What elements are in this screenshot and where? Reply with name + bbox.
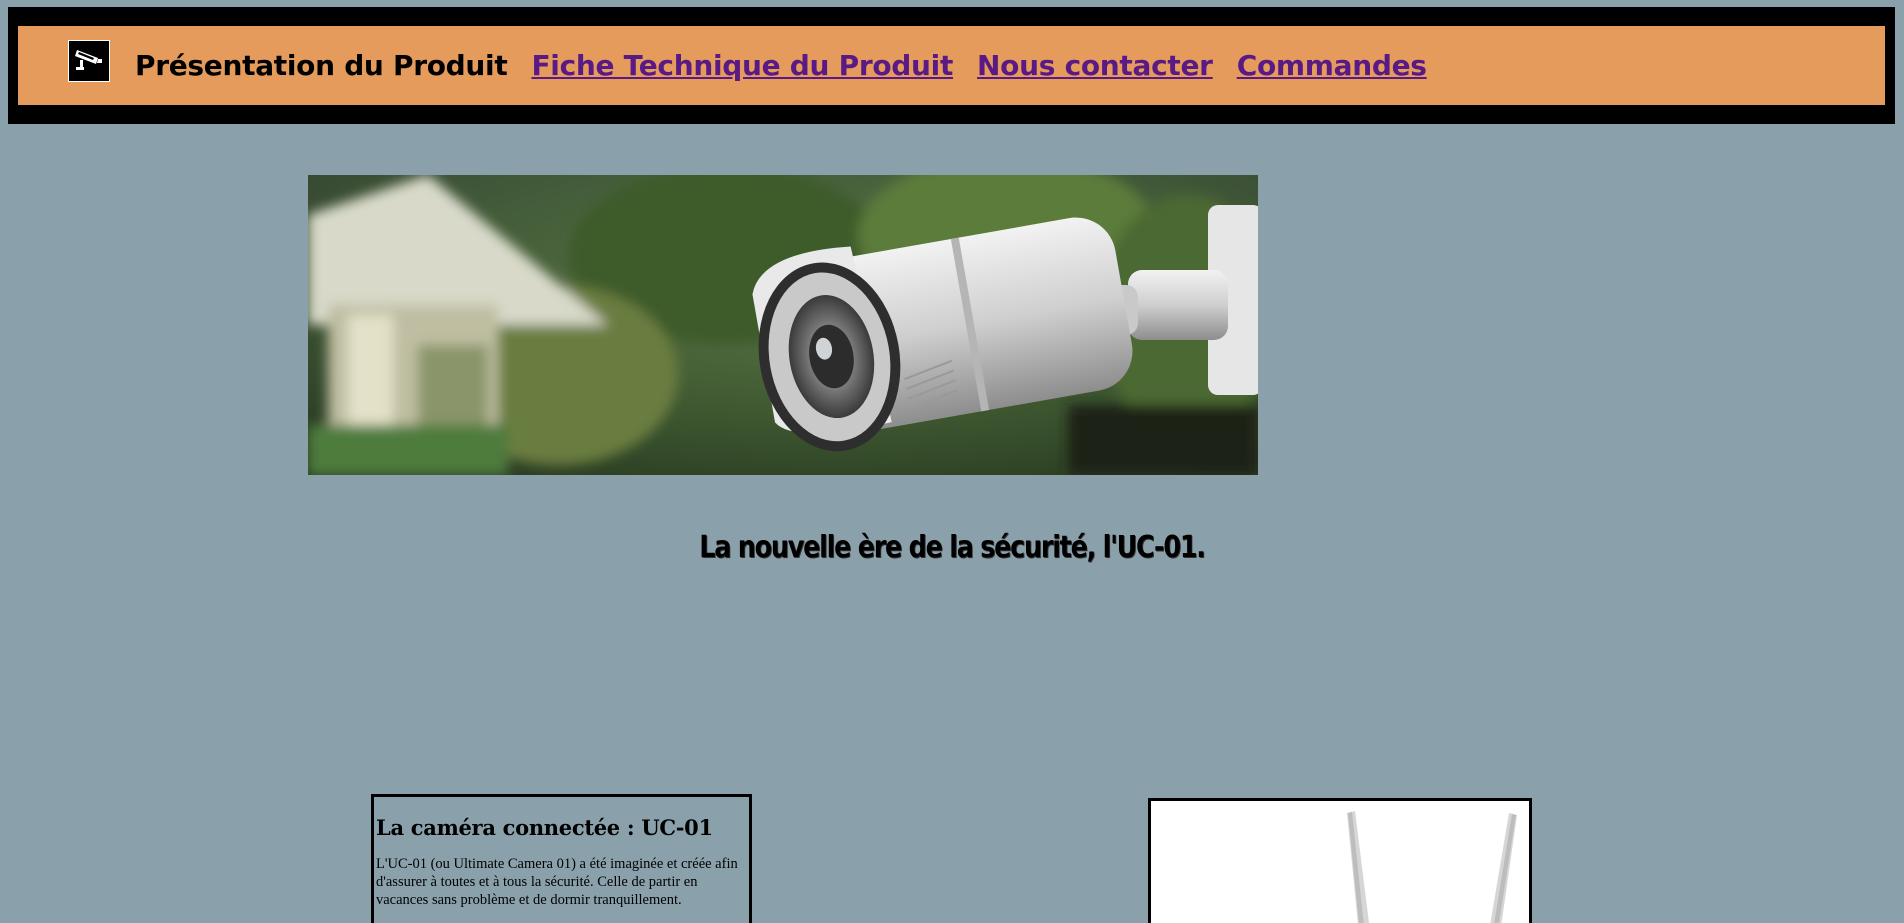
tagline: La nouvelle ère de la sécurité, l'UC-01.: [699, 530, 1206, 565]
nav-item-presentation[interactable]: Présentation du Produit: [135, 49, 508, 82]
nav-link-commandes[interactable]: Commandes: [1237, 49, 1427, 82]
header: Présentation du Produit Fiche Technique …: [8, 7, 1895, 124]
product-description: L'UC-01 (ou Ultimate Camera 01) a été im…: [376, 856, 738, 908]
main-nav: Présentation du Produit Fiche Technique …: [135, 49, 1427, 82]
page: Présentation du Produit Fiche Technique …: [0, 0, 1904, 923]
camera-antenna-photo: [1151, 801, 1529, 923]
nav-link-fiche-technique[interactable]: Fiche Technique du Produit: [531, 49, 953, 82]
nav-link-contact[interactable]: Nous contacter: [977, 49, 1213, 82]
product-image-box: [1148, 798, 1532, 923]
header-bar: Présentation du Produit Fiche Technique …: [18, 26, 1885, 105]
hero-image: [308, 175, 1258, 475]
security-camera-icon[interactable]: [68, 39, 110, 82]
product-title: La caméra connectée : UC-01: [376, 815, 713, 840]
product-intro-box: La caméra connectée : UC-01 L'UC-01 (ou …: [371, 794, 752, 923]
surveillance-camera-photo: [308, 175, 1258, 475]
